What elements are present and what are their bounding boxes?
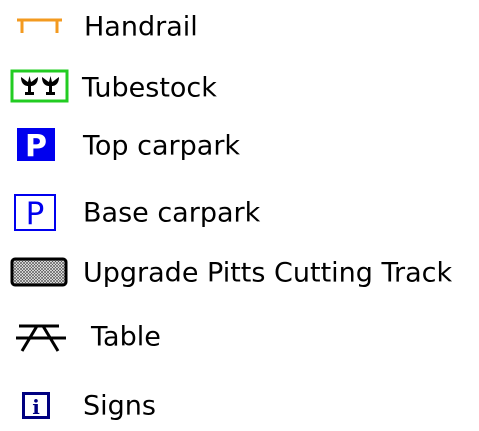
legend-label-top-carpark: Top carpark (83, 130, 241, 162)
legend-item-top-carpark: P Top carpark (0, 121, 479, 171)
legend-label-tubestock: Tubestock (82, 72, 217, 104)
legend-label-upgrade-track: Upgrade Pitts Cutting Track (83, 257, 453, 289)
hatched-area-icon (0, 248, 80, 298)
legend-label-base-carpark: Base carpark (83, 197, 261, 229)
parking-outline-icon: P (0, 188, 80, 238)
tubestock-icon (0, 63, 80, 113)
svg-text:P: P (25, 129, 47, 164)
information-sign-icon: i (0, 381, 80, 431)
svg-text:P: P (26, 196, 45, 232)
legend-item-table: Table (0, 312, 479, 362)
parking-filled-icon: P (0, 121, 80, 171)
legend-label-handrail: Handrail (84, 11, 198, 43)
legend-item-base-carpark: P Base carpark (0, 188, 479, 238)
map-legend: Handrail Tubestock P Top carpark P Base … (0, 0, 479, 426)
handrail-icon (0, 2, 80, 52)
legend-item-signs: i Signs (0, 381, 479, 431)
legend-label-signs: Signs (83, 390, 156, 422)
picnic-table-icon (0, 312, 80, 362)
svg-text:i: i (32, 395, 40, 419)
legend-item-handrail: Handrail (0, 2, 479, 52)
legend-item-tubestock: Tubestock (0, 63, 479, 113)
legend-item-upgrade-track: Upgrade Pitts Cutting Track (0, 248, 479, 298)
legend-label-table: Table (91, 321, 161, 353)
